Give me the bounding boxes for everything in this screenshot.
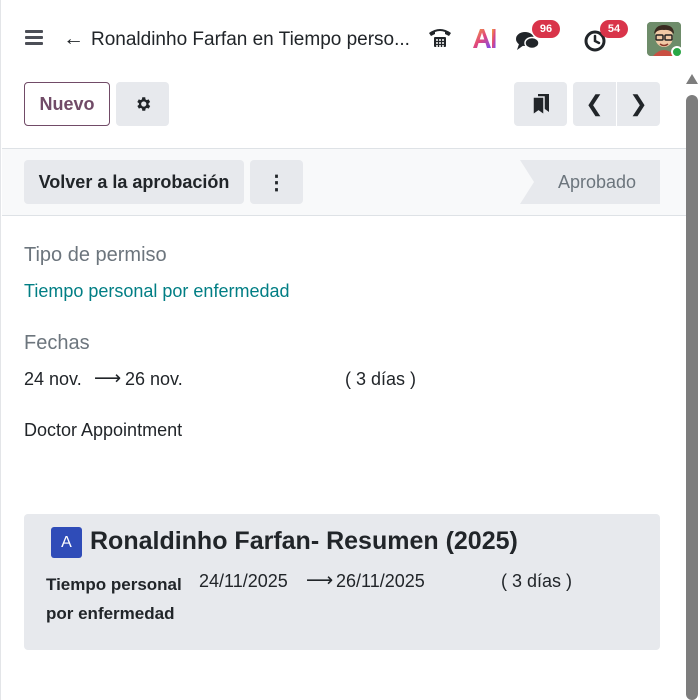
back-arrow-icon[interactable]: ← [63,28,84,50]
ai-icon[interactable] [471,24,497,54]
description: Doctor Appointment [24,420,183,440]
arrow-right-icon: ⟶ [94,368,122,389]
arrow-right-icon: ⟶ [306,570,334,591]
menu-icon[interactable] [25,30,43,46]
stage-approved[interactable]: Aprobado [520,160,660,204]
scrollbar-thumb[interactable] [686,95,698,700]
top-navbar: ← Ronaldinho Farfan en Tiempo perso... 9… [1,0,700,78]
back-to-approval-button[interactable]: Volver a la aprobación [24,160,244,204]
chat-icon[interactable]: 96 [515,20,565,54]
gear-icon[interactable] [116,82,169,126]
date-to: 26 nov. [125,369,183,389]
breadcrumb[interactable]: Ronaldinho Farfan en Tiempo perso... [91,29,411,51]
scrollbar[interactable] [685,74,699,700]
leave-type-label: Tipo de permiso [24,244,167,266]
chevron-left-icon: ❮ [585,91,604,116]
summary-duration: ( 3 días ) [501,571,573,591]
presence-indicator [671,46,681,56]
next-record-button[interactable]: ❯ [617,82,660,126]
leave-type-link[interactable]: Tiempo personal por enfermedad [24,281,289,302]
summary-title: Ronaldinho Farfan- Resumen (2025) [90,527,518,555]
activities-badge: 54 [600,20,628,38]
bookmark-icon[interactable] [514,82,567,126]
more-actions-button[interactable]: ⋮ [250,160,303,204]
app-frame: ← Ronaldinho Farfan en Tiempo perso... 9… [0,0,700,700]
scroll-up-arrow-icon[interactable] [686,74,698,84]
new-button[interactable]: Nuevo [24,82,110,126]
summary-date-to: 26/11/2025 [336,571,425,591]
summary-badge: A [51,527,82,558]
summary-card: A Ronaldinho Farfan- Resumen (2025) Tiem… [24,514,660,650]
date-from: 24 nov. [24,369,82,389]
chevron-right-icon: ❯ [629,91,648,116]
summary-leave-type: Tiempo personal por enfermedad [46,575,182,623]
previous-record-button[interactable]: ❮ [573,82,616,126]
user-avatar[interactable] [647,22,681,56]
phone-icon[interactable] [427,24,453,54]
summary-date-from: 24/11/2025 [199,571,288,591]
duration: ( 3 días ) [345,369,417,389]
dates-label: Fechas [24,332,90,354]
messages-badge: 96 [532,20,560,38]
activity-clock-icon[interactable]: 54 [583,20,633,54]
